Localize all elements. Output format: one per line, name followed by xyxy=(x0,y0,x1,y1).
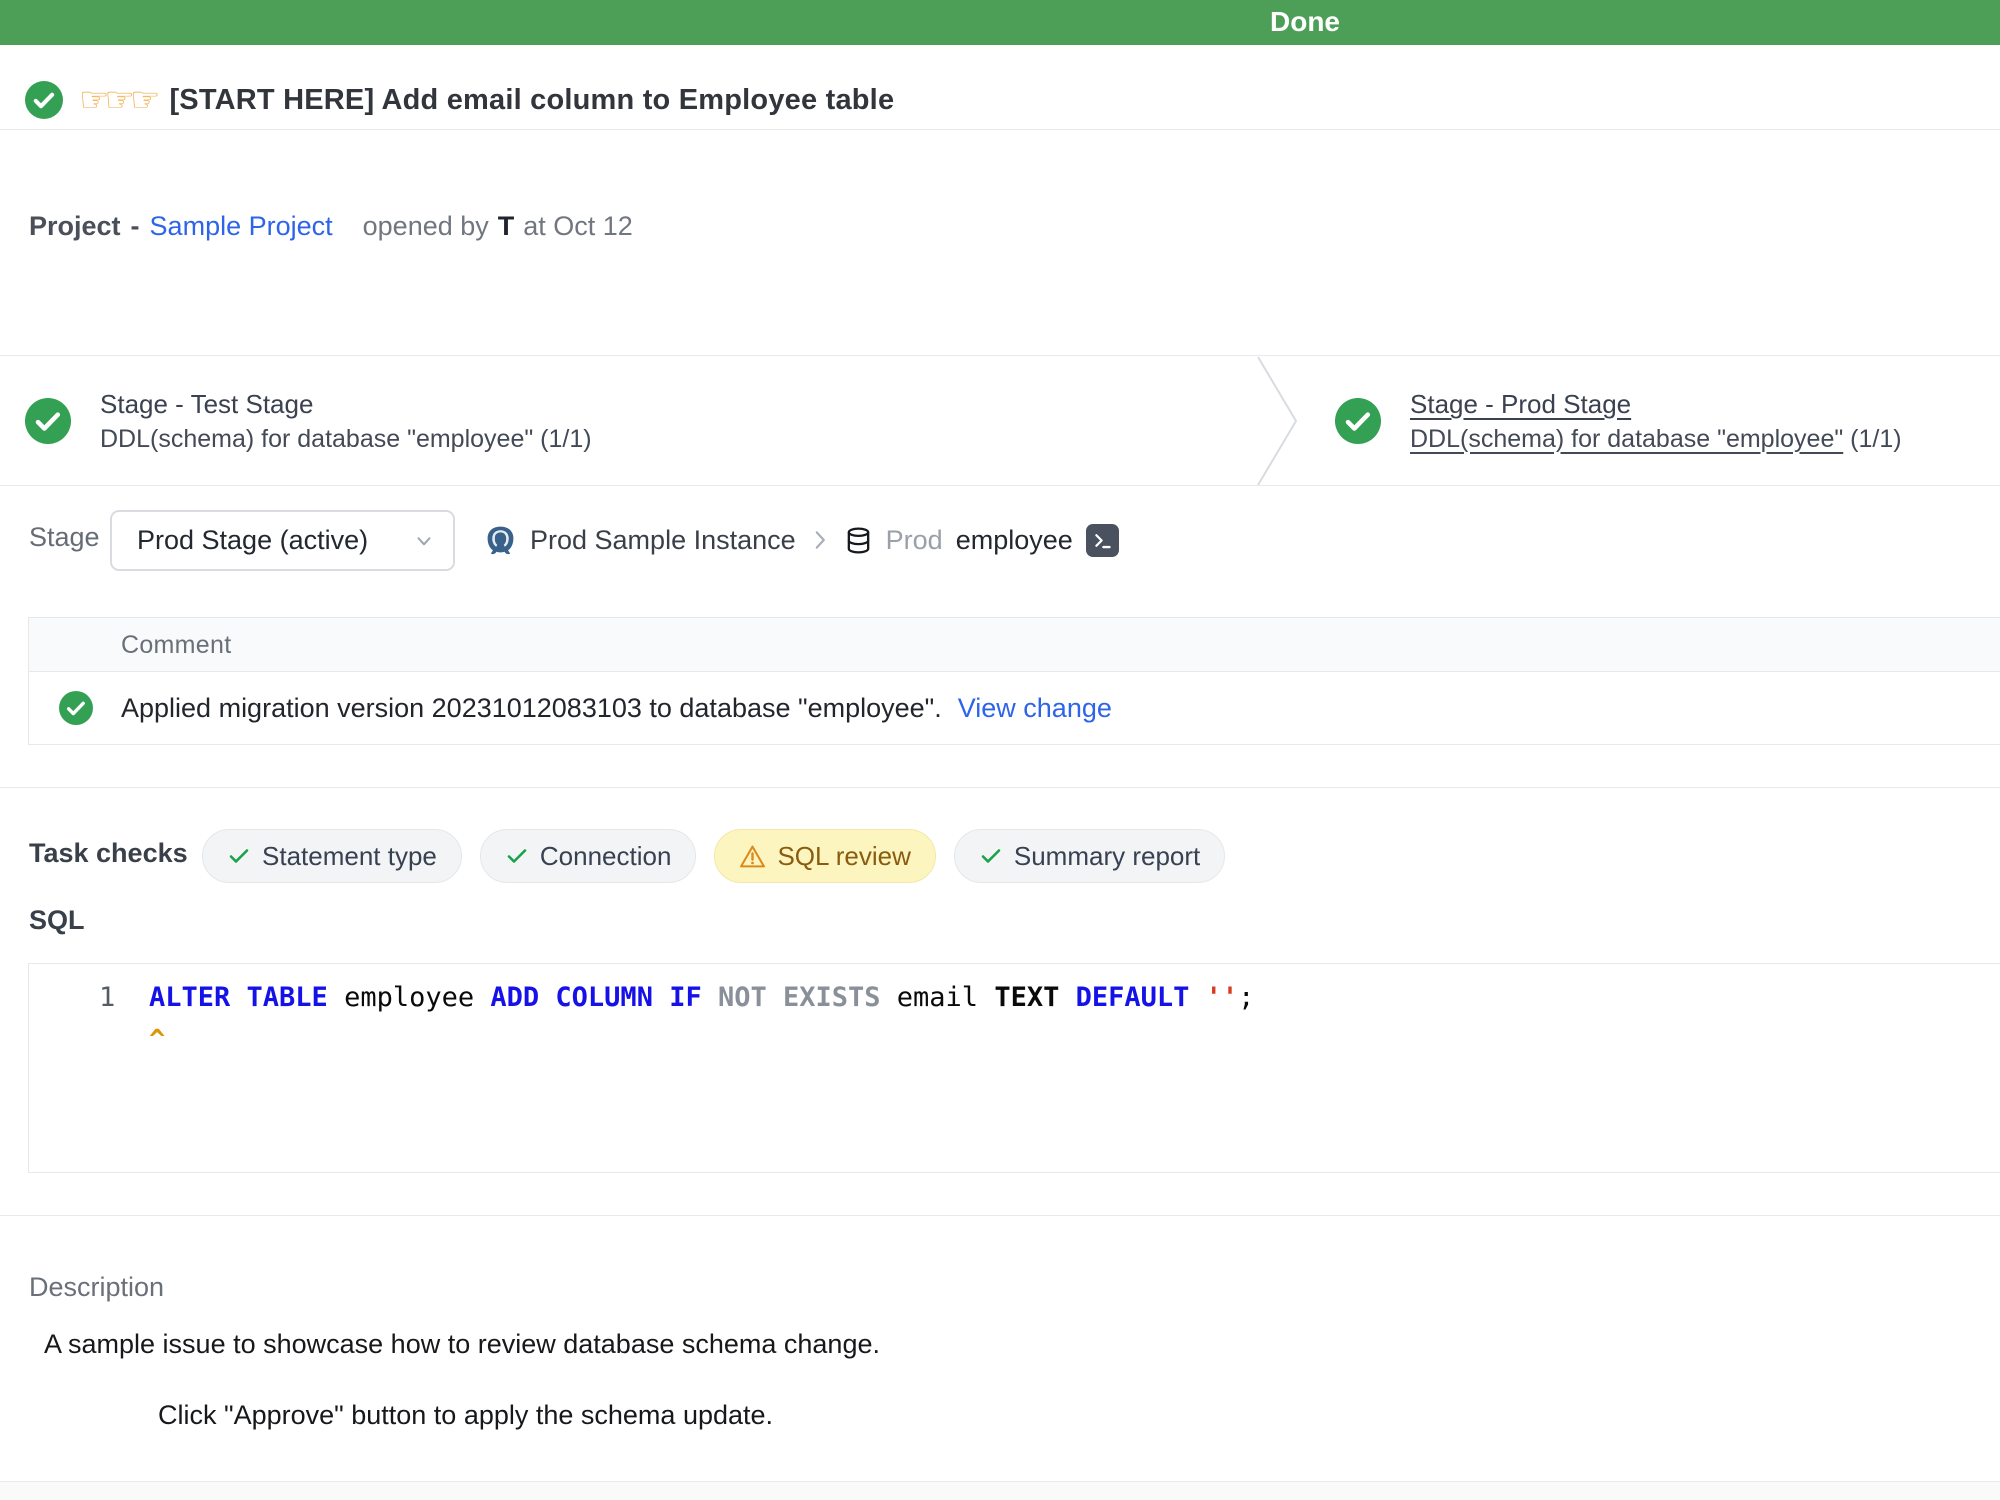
sql-token: employee xyxy=(344,982,490,1013)
sql-token: '' xyxy=(1206,982,1239,1013)
open-sql-editor-button[interactable] xyxy=(1086,524,1119,557)
stage-select-dropdown[interactable]: Prod Stage (active) xyxy=(110,510,455,571)
check-icon xyxy=(227,844,251,868)
check-label: Statement type xyxy=(262,841,437,872)
check-icon xyxy=(505,844,529,868)
project-label: Project xyxy=(29,211,121,242)
stage-selector-label: Stage xyxy=(29,522,100,553)
sql-review-warning-caret: ^ xyxy=(149,1024,165,1055)
sql-code-editor[interactable]: 1 ALTER TABLE employee ADD COLUMN IF NOT… xyxy=(28,963,2000,1173)
pipeline-stage-strip: Stage - Test Stage DDL(schema) for datab… xyxy=(0,355,2000,486)
project-link[interactable]: Sample Project xyxy=(150,211,333,242)
next-section-edge xyxy=(0,1482,2000,1500)
stage-prod-check-icon xyxy=(1335,398,1381,444)
instance-name-link[interactable]: Prod Sample Instance xyxy=(530,525,796,556)
description-paragraph: Click "Approve" button to apply the sche… xyxy=(158,1400,773,1431)
view-change-link[interactable]: View change xyxy=(958,693,1112,724)
check-connection[interactable]: Connection xyxy=(480,829,697,883)
sql-token: ALTER TABLE xyxy=(149,982,344,1013)
issue-done-check-icon xyxy=(25,81,63,119)
task-run-table: Comment Applied migration version 202310… xyxy=(28,617,2000,745)
sql-token: DEFAULT xyxy=(1076,982,1206,1013)
description-label: Description xyxy=(29,1272,164,1303)
stage-test-check-icon xyxy=(25,398,71,444)
project-separator: - xyxy=(131,211,140,242)
check-label: Summary report xyxy=(1014,841,1200,872)
database-name-link[interactable]: employee xyxy=(956,525,1073,556)
check-label: SQL review xyxy=(777,841,910,872)
database-icon xyxy=(844,526,873,555)
sql-section-label: SQL xyxy=(29,905,85,936)
opened-at-text: at Oct 12 xyxy=(523,211,633,242)
chevron-right-icon xyxy=(809,527,831,553)
sql-token: ; xyxy=(1238,982,1254,1013)
section-divider xyxy=(0,787,2000,788)
issue-page: Done ☞☞☞ [START HERE] Add email column t… xyxy=(0,0,2000,1500)
description-paragraph: A sample issue to showcase how to review… xyxy=(44,1329,880,1360)
stage-prod-title-link[interactable]: Stage - Prod Stage xyxy=(1410,386,1902,422)
task-run-success-icon xyxy=(59,691,93,725)
section-divider xyxy=(0,1215,2000,1216)
postgresql-icon xyxy=(484,524,517,557)
creator-name: T xyxy=(498,211,515,242)
issue-title-row: ☞☞☞ [START HERE] Add email column to Emp… xyxy=(25,80,894,120)
issue-title: [START HERE] Add email column to Employe… xyxy=(169,84,894,117)
stage-prod-task-link[interactable]: DDL(schema) for database "employee" xyxy=(1410,425,1843,453)
sql-token: ADD COLUMN IF xyxy=(490,982,718,1013)
check-summary-report[interactable]: Summary report xyxy=(954,829,1225,883)
task-run-comment: Applied migration version 20231012083103… xyxy=(121,693,942,724)
comment-column-header: Comment xyxy=(29,618,2000,672)
sql-statement: ALTER TABLE employee ADD COLUMN IF NOT E… xyxy=(149,982,1254,1013)
status-banner: Done xyxy=(0,0,2000,45)
pointing-hands-emoji: ☞☞☞ xyxy=(79,80,155,120)
sql-token: NOT EXISTS xyxy=(718,982,897,1013)
task-run-row: Applied migration version 20231012083103… xyxy=(29,672,2000,744)
project-row: Project - Sample Project opened by T at … xyxy=(29,211,633,242)
status-banner-label: Done xyxy=(1270,6,1340,38)
opened-by-text: opened by xyxy=(363,211,489,242)
task-checks-pills: Statement type Connection SQL review Sum… xyxy=(202,829,1225,883)
check-label: Connection xyxy=(540,841,672,872)
warning-triangle-icon xyxy=(739,843,766,870)
title-divider xyxy=(0,129,2000,130)
check-statement-type[interactable]: Statement type xyxy=(202,829,462,883)
task-checks-label: Task checks xyxy=(29,838,188,869)
stage-test-subtitle: DDL(schema) for database "employee" (1/1… xyxy=(100,422,592,456)
stage-select-value: Prod Stage (active) xyxy=(137,525,413,556)
sql-token: TEXT xyxy=(994,982,1075,1013)
database-breadcrumb: Prod Sample Instance Prod employee xyxy=(484,508,1119,572)
chevron-down-icon xyxy=(413,530,435,552)
stage-separator-chevron-icon xyxy=(1256,355,1302,487)
stage-test-title: Stage - Test Stage xyxy=(100,386,592,422)
stage-selector-row: Stage Prod Stage (active) Prod Sample In… xyxy=(0,508,2000,572)
database-environment-prefix: Prod xyxy=(886,525,943,556)
stage-prod-task-count: (1/1) xyxy=(1843,425,1901,453)
line-number: 1 xyxy=(99,982,115,1013)
check-sql-review[interactable]: SQL review xyxy=(714,829,935,883)
sql-token: email xyxy=(897,982,995,1013)
check-icon xyxy=(979,844,1003,868)
stage-test[interactable]: Stage - Test Stage DDL(schema) for datab… xyxy=(25,356,592,485)
stage-prod[interactable]: Stage - Prod Stage DDL(schema) for datab… xyxy=(1335,356,1902,485)
